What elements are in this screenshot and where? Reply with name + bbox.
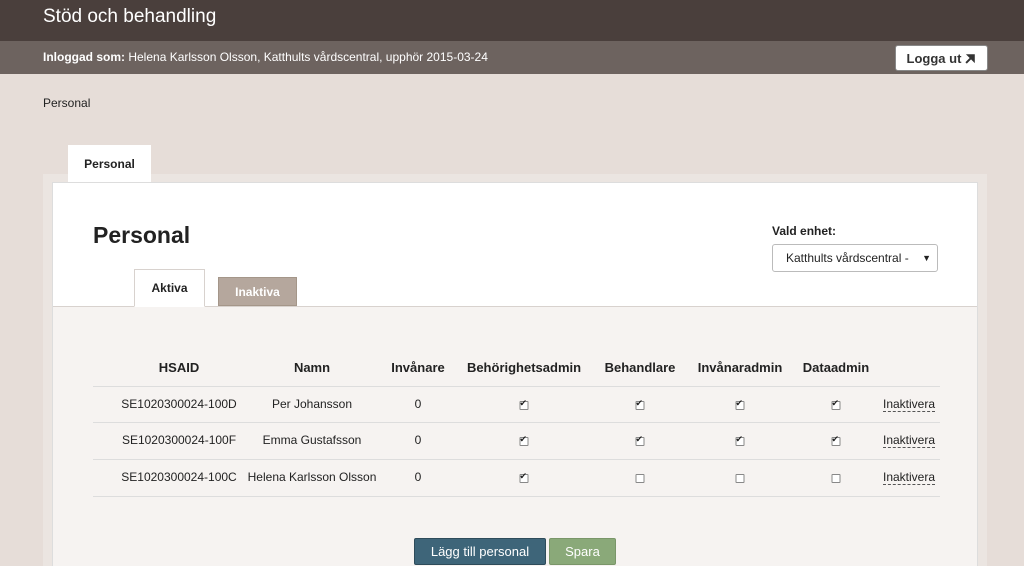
cell-invanare: 0	[414, 397, 422, 411]
inaktivera-link[interactable]: Inaktivera	[883, 470, 936, 485]
cell-name: Helena Karlsson Olsson	[247, 470, 377, 484]
tab-personal[interactable]: Personal	[68, 145, 151, 182]
inaktivera-link[interactable]: Inaktivera	[883, 397, 936, 412]
tab-aktiva[interactable]: Aktiva	[134, 269, 205, 307]
header-namn: Namn	[293, 360, 331, 375]
logged-in-label: Inloggad som:	[43, 50, 125, 64]
behandlare-checkbox[interactable]	[635, 398, 645, 410]
top-bar: Stöd och behandling	[0, 0, 1024, 41]
dataadmin-checkbox[interactable]	[831, 398, 841, 410]
header-invanare: Invånare	[391, 360, 445, 375]
unit-select[interactable]: Katthults vårdscentral - ▼	[772, 244, 938, 272]
logged-in-info: Inloggad som: Helena Karlsson Olsson, Ka…	[43, 50, 488, 64]
inaktivera-link[interactable]: Inaktivera	[883, 433, 936, 448]
behorighetsadmin-checkbox[interactable]	[519, 471, 529, 483]
breadcrumb[interactable]: Personal	[43, 96, 90, 110]
logout-button[interactable]: Logga ut	[895, 45, 988, 71]
logout-label: Logga ut	[906, 50, 962, 66]
row-divider	[93, 422, 940, 423]
tab-inaktiva[interactable]: Inaktiva	[218, 277, 297, 306]
cell-hsaid: SE1020300024-100D	[121, 397, 237, 411]
dataadmin-checkbox[interactable]	[831, 474, 841, 483]
caret-down-icon: ▼	[922, 253, 931, 263]
row-divider	[93, 459, 940, 460]
header-behandlare: Behandlare	[604, 360, 676, 375]
cell-name: Per Johansson	[271, 397, 353, 411]
behandlare-checkbox[interactable]	[635, 434, 645, 446]
app-title: Stöd och behandling	[43, 6, 217, 27]
row-divider	[93, 496, 940, 497]
header-hsaid: HSAID	[158, 360, 200, 375]
invanaradmin-checkbox[interactable]	[735, 434, 745, 446]
cell-invanare: 0	[414, 433, 422, 447]
behorighetsadmin-checkbox[interactable]	[519, 434, 529, 446]
behandlare-checkbox[interactable]	[635, 474, 645, 483]
cell-name: Emma Gustafsson	[262, 433, 362, 447]
header-behorighetsadmin: Behörighetsadmin	[466, 360, 582, 375]
dataadmin-checkbox[interactable]	[831, 434, 841, 446]
add-personal-button[interactable]: Lägg till personal	[414, 538, 546, 565]
cell-hsaid: SE1020300024-100C	[121, 470, 237, 484]
cell-hsaid: SE1020300024-100F	[121, 433, 237, 447]
external-arrow-icon	[965, 53, 976, 64]
unit-label: Vald enhet:	[772, 224, 837, 238]
header-invanaradmin: Invånaradmin	[697, 360, 783, 375]
header-dataadmin: Dataadmin	[802, 360, 870, 375]
user-bar: Inloggad som: Helena Karlsson Olsson, Ka…	[0, 41, 1024, 74]
cell-invanare: 0	[414, 470, 422, 484]
row-divider	[93, 386, 940, 387]
invanaradmin-checkbox[interactable]	[735, 398, 745, 410]
invanaradmin-checkbox[interactable]	[735, 474, 745, 483]
save-button[interactable]: Spara	[549, 538, 616, 565]
unit-select-value: Katthults vårdscentral -	[786, 251, 909, 265]
logged-in-value: Helena Karlsson Olsson, Katthults vårdsc…	[128, 50, 488, 64]
page-title: Personal	[93, 222, 191, 248]
behorighetsadmin-checkbox[interactable]	[519, 398, 529, 410]
